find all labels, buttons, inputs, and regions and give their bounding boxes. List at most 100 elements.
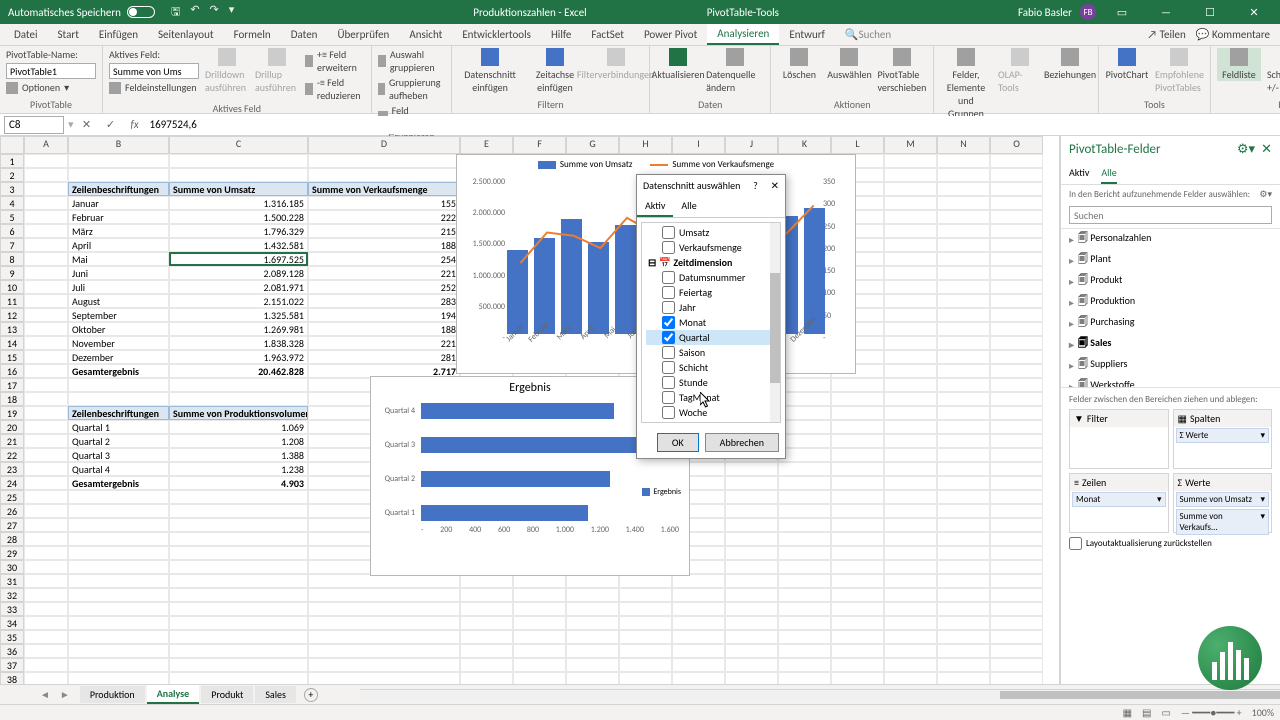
cell[interactable] — [68, 392, 169, 406]
cell[interactable]: 281 — [308, 350, 460, 364]
sheet-tab[interactable]: Sales — [255, 686, 296, 703]
defer-layout-checkbox[interactable] — [1069, 537, 1082, 550]
cell[interactable] — [778, 490, 831, 504]
cell[interactable] — [990, 560, 1043, 574]
cell[interactable] — [68, 602, 169, 616]
cell[interactable] — [884, 266, 937, 280]
cell[interactable] — [990, 658, 1043, 672]
cell[interactable]: Quartal 1 — [68, 420, 169, 434]
cell[interactable] — [990, 420, 1043, 434]
view-pagelayout-icon[interactable]: ▤ — [1142, 706, 1151, 719]
cell[interactable] — [24, 224, 68, 238]
cell[interactable]: 1.432.581 — [169, 238, 308, 252]
cell[interactable] — [831, 560, 884, 574]
cell[interactable] — [884, 490, 937, 504]
cell[interactable]: 221 — [308, 336, 460, 350]
cell[interactable] — [169, 378, 308, 392]
redo-icon[interactable]: ↷ — [210, 3, 219, 22]
pivot-field[interactable]: ▸ 🗐 Suppliers — [1061, 355, 1280, 376]
cell[interactable] — [990, 308, 1043, 322]
cell[interactable] — [778, 588, 831, 602]
comments-button[interactable]: 💬 Kommentare — [1196, 28, 1270, 41]
cell[interactable] — [725, 630, 778, 644]
cell[interactable] — [24, 182, 68, 196]
cell[interactable]: 222 — [308, 210, 460, 224]
cell[interactable]: 188 — [308, 322, 460, 336]
cell[interactable] — [778, 462, 831, 476]
cell[interactable] — [937, 602, 990, 616]
cell[interactable] — [937, 434, 990, 448]
row-header[interactable]: 34 — [0, 616, 24, 630]
cell[interactable] — [990, 672, 1043, 684]
slicer-field-item[interactable]: Quartal — [646, 330, 776, 345]
cell[interactable] — [672, 588, 725, 602]
cell[interactable] — [831, 504, 884, 518]
cell[interactable]: Juni — [68, 266, 169, 280]
cell[interactable] — [937, 546, 990, 560]
maximize-icon[interactable]: ☐ — [1192, 6, 1228, 19]
cell[interactable] — [937, 616, 990, 630]
row-header[interactable]: 31 — [0, 574, 24, 588]
cell[interactable] — [990, 406, 1043, 420]
cell[interactable]: 254 — [308, 252, 460, 266]
cell[interactable]: Quartal 2 — [68, 434, 169, 448]
pane-close-icon[interactable]: ✕ — [1261, 142, 1272, 157]
cell[interactable] — [884, 434, 937, 448]
col-header[interactable]: K — [778, 136, 831, 154]
col-header[interactable]: G — [566, 136, 619, 154]
field-settings-button[interactable]: Feldeinstellungen — [109, 81, 199, 94]
cell[interactable] — [308, 168, 460, 182]
cell[interactable] — [937, 336, 990, 350]
cell[interactable] — [990, 224, 1043, 238]
cell[interactable] — [672, 658, 725, 672]
row-header[interactable]: 23 — [0, 462, 24, 476]
cell[interactable] — [990, 616, 1043, 630]
cell[interactable] — [884, 294, 937, 308]
cell[interactable] — [831, 602, 884, 616]
cell[interactable] — [937, 490, 990, 504]
cell[interactable] — [990, 588, 1043, 602]
cell[interactable] — [24, 406, 68, 420]
cell[interactable] — [937, 462, 990, 476]
row-header[interactable]: 27 — [0, 518, 24, 532]
tab-datei[interactable]: Datei — [4, 24, 48, 45]
cell[interactable]: September — [68, 308, 169, 322]
cell[interactable]: Juli — [68, 280, 169, 294]
cell[interactable] — [672, 630, 725, 644]
col-header[interactable]: A — [24, 136, 68, 154]
cell[interactable] — [778, 532, 831, 546]
cell[interactable] — [937, 252, 990, 266]
cell[interactable] — [884, 392, 937, 406]
cell[interactable]: 1.069 — [169, 420, 308, 434]
cell[interactable] — [831, 672, 884, 684]
cell[interactable] — [725, 546, 778, 560]
cell[interactable]: 2.089.128 — [169, 266, 308, 280]
cell[interactable] — [990, 630, 1043, 644]
cell[interactable] — [24, 462, 68, 476]
row-header[interactable]: 13 — [0, 322, 24, 336]
cell[interactable] — [884, 602, 937, 616]
cell[interactable] — [884, 238, 937, 252]
cell[interactable] — [460, 658, 513, 672]
insert-timeline-button[interactable]: Zeitachse einfügen — [528, 48, 582, 94]
cell[interactable] — [24, 392, 68, 406]
cell[interactable] — [24, 350, 68, 364]
cell[interactable] — [778, 476, 831, 490]
row-header[interactable]: 6 — [0, 224, 24, 238]
cell[interactable] — [24, 532, 68, 546]
cell[interactable] — [24, 364, 68, 378]
row-header[interactable]: 28 — [0, 532, 24, 546]
cell[interactable] — [937, 350, 990, 364]
cell[interactable] — [513, 574, 566, 588]
cell[interactable] — [169, 588, 308, 602]
slicer-field-item[interactable]: Stunde — [646, 375, 776, 390]
cell[interactable] — [884, 406, 937, 420]
cell[interactable] — [831, 392, 884, 406]
cell[interactable] — [831, 420, 884, 434]
tab-analysieren[interactable]: Analysieren — [707, 24, 779, 45]
cell[interactable] — [24, 322, 68, 336]
cell[interactable] — [884, 322, 937, 336]
cell[interactable] — [990, 350, 1043, 364]
cell[interactable] — [937, 588, 990, 602]
cell[interactable] — [24, 168, 68, 182]
